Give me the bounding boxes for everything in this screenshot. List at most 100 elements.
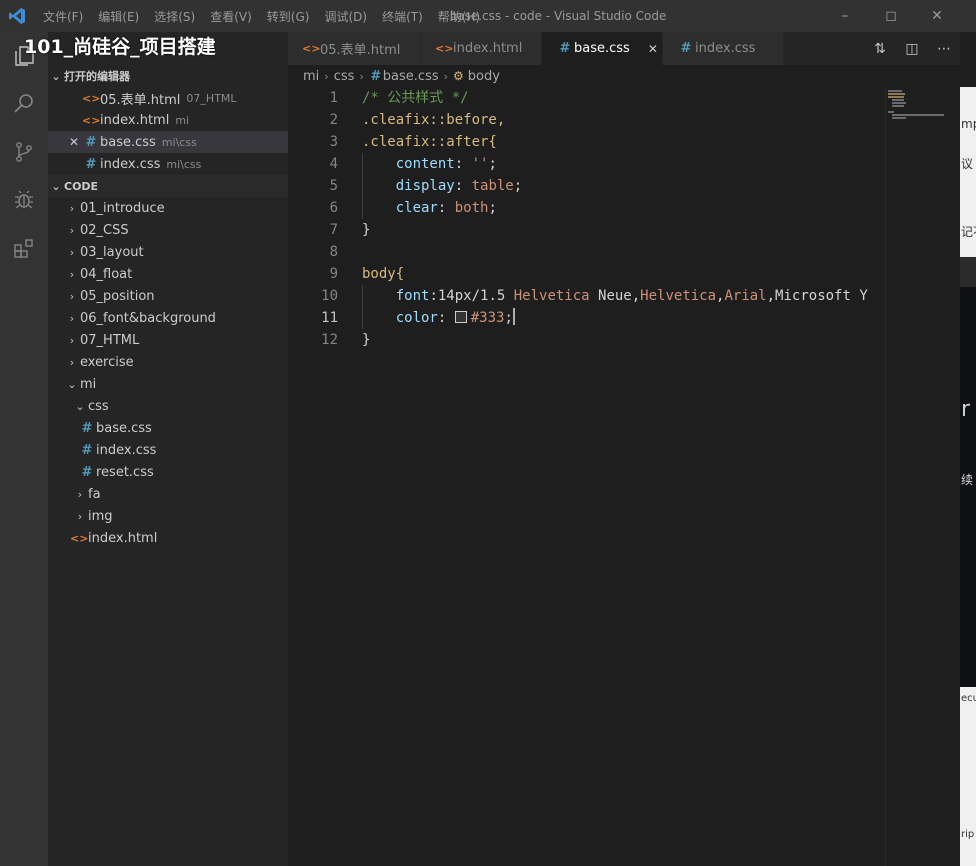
- folder-header[interactable]: ⌄ CODE: [48, 175, 288, 197]
- background-text: 记不: [961, 225, 976, 239]
- tree-label: 06_font&background: [80, 310, 216, 326]
- tree-folder[interactable]: › exercise: [48, 351, 304, 373]
- tree-folder[interactable]: › 02_CSS: [48, 219, 304, 241]
- code-line: .cleafix::before,: [362, 109, 868, 131]
- breadcrumb-item[interactable]: base.css: [383, 69, 439, 84]
- selector-token: body{: [362, 266, 405, 282]
- tree-file[interactable]: # reset.css: [48, 461, 318, 483]
- color-swatch[interactable]: [454, 311, 467, 323]
- open-editor-name: base.css: [100, 134, 156, 150]
- open-editor-name: 05.表单.html: [100, 92, 181, 108]
- tree-folder[interactable]: › fa: [48, 483, 312, 505]
- code-line: }: [362, 329, 868, 351]
- menu-help[interactable]: 帮助(H): [438, 8, 480, 25]
- line-number: 7: [329, 222, 338, 238]
- breadcrumb-item[interactable]: css: [334, 69, 355, 84]
- tree-file[interactable]: # base.css: [48, 417, 318, 439]
- video-title-overlay: 101_尚硅谷_项目搭建: [24, 36, 216, 58]
- value-token: both: [454, 200, 489, 216]
- open-editor-item[interactable]: # index.css mi\css: [48, 153, 322, 175]
- property-token: font: [395, 288, 430, 304]
- tree-folder[interactable]: › 06_font&background: [48, 307, 304, 329]
- code-lines: /* 公共样式 */ .cleafix::before, .cleafix::a…: [362, 87, 868, 351]
- selector-token: .cleafix::after{: [362, 134, 497, 150]
- tab-label: index.css: [695, 41, 756, 56]
- line-number: 12: [321, 332, 338, 348]
- tab-base-css[interactable]: # base.css ✕: [542, 32, 663, 65]
- close-window-button[interactable]: ✕: [914, 0, 960, 32]
- value-token: #333: [470, 310, 505, 326]
- minimize-button[interactable]: –: [822, 0, 868, 32]
- tree-file[interactable]: <> index.html: [48, 527, 310, 549]
- open-editor-item[interactable]: <> 05.表单.html 07_HTML: [48, 87, 322, 109]
- chevron-down-icon: ⌄: [51, 179, 61, 193]
- menu-file[interactable]: 文件(F): [43, 8, 83, 25]
- code-editor[interactable]: 1 2 3 4 5 6 7 8 9 10 11 12 /* 公共样式 */ .c…: [288, 87, 885, 866]
- property-token: color: [395, 310, 438, 326]
- more-actions-icon[interactable]: ⋯: [928, 41, 960, 57]
- menu-debug[interactable]: 调试(D): [324, 8, 367, 25]
- symbol-icon: ⚙: [453, 69, 464, 83]
- tab-label: 05.表单.html: [320, 43, 401, 58]
- minimap-line: [892, 114, 944, 116]
- tab-index-css[interactable]: # index.css: [663, 32, 784, 65]
- breadcrumb-item[interactable]: body: [468, 69, 500, 84]
- line-number: 1: [329, 90, 338, 106]
- vertical-scrollbar[interactable]: [947, 87, 960, 866]
- extensions-button[interactable]: [0, 224, 48, 272]
- tree-folder[interactable]: › 03_layout: [48, 241, 304, 263]
- tree-label: 07_HTML: [80, 332, 140, 348]
- debug-button[interactable]: [0, 176, 48, 224]
- minimap-line: [888, 90, 902, 92]
- chevron-right-icon: ›: [443, 69, 449, 83]
- open-editor-desc: mi: [175, 113, 190, 127]
- menu-selection[interactable]: 选择(S): [154, 8, 195, 25]
- compare-changes-icon[interactable]: ⇅: [864, 41, 896, 57]
- tab-05-form-html[interactable]: <> 05.表单.html: [288, 32, 421, 65]
- tab-index-html[interactable]: <> index.html: [421, 32, 542, 65]
- menu-terminal[interactable]: 终端(T): [382, 8, 423, 25]
- css-file-icon: #: [81, 464, 93, 480]
- maximize-button[interactable]: ◻: [868, 0, 914, 32]
- tree-folder[interactable]: › 05_position: [48, 285, 304, 307]
- tree-folder[interactable]: › 01_introduce: [48, 197, 304, 219]
- chevron-right-icon: ›: [69, 201, 75, 215]
- code-line: font:14px/1.5 Helvetica Neue,Helvetica,A…: [395, 288, 868, 304]
- tree-folder-open[interactable]: ⌄ mi: [48, 373, 304, 395]
- minimap-line: [892, 105, 904, 107]
- chevron-right-icon: ›: [69, 311, 75, 325]
- breadcrumb-item[interactable]: mi: [303, 69, 319, 84]
- line-number: 4: [329, 156, 338, 172]
- tree-folder[interactable]: › img: [48, 505, 312, 527]
- open-editor-item[interactable]: <> index.html mi: [48, 109, 322, 131]
- minimap[interactable]: [885, 87, 948, 866]
- open-editor-desc: 07_HTML: [186, 91, 237, 105]
- tree-label: exercise: [80, 354, 134, 370]
- open-editor-item-active[interactable]: ✕ # base.css mi\css: [48, 131, 306, 153]
- open-editors-header[interactable]: ⌄ 打开的编辑器: [48, 65, 288, 87]
- source-control-button[interactable]: [0, 128, 48, 176]
- tree-folder[interactable]: › 04_float: [48, 263, 304, 285]
- menu-view[interactable]: 查看(V): [210, 8, 252, 25]
- brace-token: }: [362, 332, 371, 348]
- line-number: 8: [329, 244, 338, 260]
- property-token: display: [395, 178, 455, 194]
- search-button[interactable]: [0, 80, 48, 128]
- css-file-icon: #: [680, 41, 692, 56]
- menu-go[interactable]: 转到(G): [267, 8, 310, 25]
- tree-folder-open[interactable]: ⌄ css: [48, 395, 312, 417]
- code-line: .cleafix::after{: [362, 131, 868, 153]
- tree-file[interactable]: # index.css: [48, 439, 318, 461]
- chevron-down-icon: ⌄: [75, 399, 85, 413]
- minimap-line: [888, 111, 894, 113]
- value-token: ,Microsoft Y: [766, 288, 868, 304]
- close-icon[interactable]: ✕: [66, 135, 82, 149]
- tree-folder[interactable]: › 07_HTML: [48, 329, 304, 351]
- menu-edit[interactable]: 编辑(E): [98, 8, 139, 25]
- chevron-right-icon: ›: [69, 289, 75, 303]
- split-editor-icon[interactable]: ◫: [896, 41, 928, 57]
- line-number-current: 11: [321, 310, 338, 326]
- background-window: mp 议 记不 r 续 ecu rip: [960, 87, 976, 866]
- close-icon[interactable]: ✕: [648, 42, 658, 56]
